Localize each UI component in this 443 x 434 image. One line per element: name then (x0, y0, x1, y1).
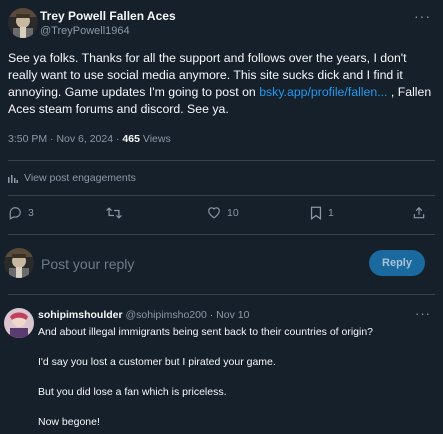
post-link[interactable]: bsky.app/profile/fallen... (259, 85, 387, 99)
comment-header: sohipimshoulder @sohipimsho200 · Nov 10 (38, 309, 249, 321)
reply-input[interactable]: Post your reply (41, 256, 134, 272)
action-bar: 3 10 1 (0, 206, 443, 228)
heart-icon (208, 207, 220, 219)
reply-icon (9, 207, 21, 220)
share-action[interactable] (412, 206, 426, 220)
more-horizontal-icon[interactable]: ··· (415, 306, 431, 321)
like-count: 10 (227, 206, 239, 219)
reply-composer: Post your reply Reply (0, 244, 443, 284)
views-count: 465 (122, 133, 140, 145)
retweet-action[interactable] (106, 206, 128, 220)
share-icon (413, 206, 425, 219)
analytics-icon (8, 175, 18, 183)
post-time[interactable]: 3:50 PM (8, 133, 47, 145)
comment-line: Now begone! (38, 416, 100, 428)
commenter-avatar[interactable] (4, 308, 34, 338)
view-engagements-link[interactable]: View post engagements (8, 172, 136, 184)
engagements-label: View post engagements (24, 172, 136, 184)
bookmark-icon (310, 206, 322, 220)
author-avatar[interactable] (8, 8, 38, 38)
comment-line: And about illegal immigrants being sent … (38, 326, 374, 338)
views-label: Views (142, 133, 171, 145)
current-user-avatar[interactable] (4, 248, 34, 278)
post-meta: 3:50 PM · Nov 6, 2024 · 465 Views (8, 133, 171, 145)
like-action[interactable]: 10 (207, 206, 239, 219)
reply-action[interactable]: 3 (8, 206, 34, 220)
retweet-icon (106, 207, 122, 219)
comment-date[interactable]: Nov 10 (216, 309, 249, 321)
divider (8, 294, 435, 295)
commenter-handle[interactable]: @sohipimsho200 (126, 309, 207, 321)
bookmark-action[interactable]: 1 (310, 206, 334, 220)
divider (8, 160, 435, 161)
reply-button[interactable]: Reply (369, 250, 425, 276)
comment-line: But you did lose a fan which is priceles… (38, 386, 227, 398)
bookmark-count: 1 (328, 207, 334, 219)
more-horizontal-icon[interactable]: ··· (414, 8, 431, 24)
reply-count: 3 (28, 207, 34, 219)
author-name[interactable]: Trey Powell Fallen Aces (40, 9, 176, 23)
post-date[interactable]: Nov 6, 2024 (56, 133, 113, 145)
divider (8, 195, 435, 196)
commenter-name[interactable]: sohipimshoulder (38, 309, 123, 321)
divider (8, 234, 435, 235)
comment-line: I'd say you lost a customer but I pirate… (38, 356, 276, 368)
author-handle[interactable]: @TreyPowell1964 (40, 25, 130, 37)
post-text: See ya folks. Thanks for all the support… (8, 50, 436, 118)
